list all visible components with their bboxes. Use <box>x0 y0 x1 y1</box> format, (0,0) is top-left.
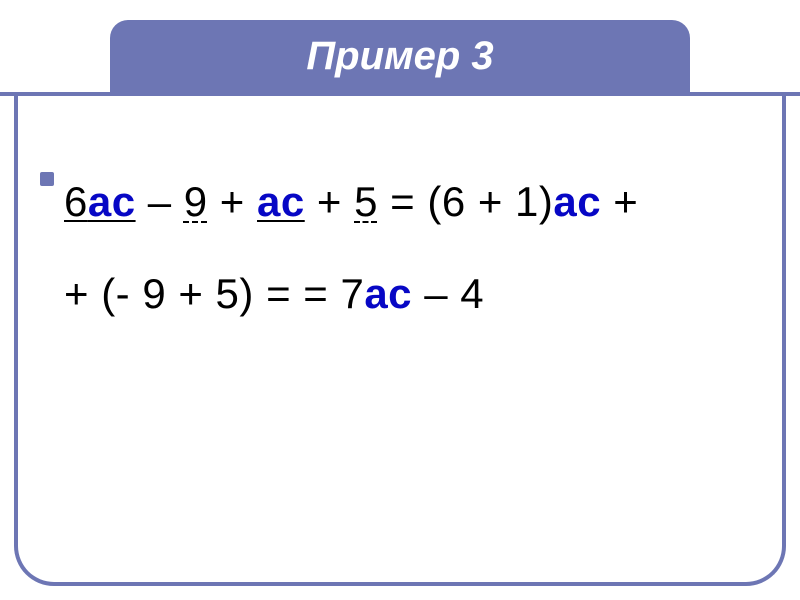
line2-lead: + (- 9 + 5) = = 7 <box>64 270 364 317</box>
term-ac: ас <box>257 178 305 225</box>
op-plus-2: + <box>305 178 354 225</box>
const-9: 9 <box>184 178 208 225</box>
group-6-plus-1: (6 + 1) <box>427 178 553 225</box>
equation-line-1: 6ас – 9 + ас + 5 = (6 + 1)ас + <box>64 156 742 248</box>
var-ac-3: ас <box>553 178 601 225</box>
op-plus-1: + <box>208 178 257 225</box>
var-ac-2: ас <box>257 178 305 225</box>
term-6ac: 6ас <box>64 178 136 225</box>
eq-1: = <box>378 178 427 225</box>
coef-6: 6 <box>64 178 88 225</box>
line2-tail: – 4 <box>412 270 484 317</box>
equation-block: 6ас – 9 + ас + 5 = (6 + 1)ас + + (- 9 + … <box>64 156 742 341</box>
op-plus-3: + <box>601 178 638 225</box>
title-banner: Пример 3 <box>110 20 690 92</box>
op-minus-1: – <box>136 178 184 225</box>
const-5: 5 <box>354 178 378 225</box>
var-ac-1: ас <box>88 178 136 225</box>
equation-line-2: + (- 9 + 5) = = 7ас – 4 <box>64 248 742 340</box>
var-ac-4: ас <box>364 270 412 317</box>
bullet-icon <box>40 172 54 186</box>
slide-title: Пример 3 <box>306 34 493 79</box>
content-frame: 6ас – 9 + ас + 5 = (6 + 1)ас + + (- 9 + … <box>14 96 786 586</box>
